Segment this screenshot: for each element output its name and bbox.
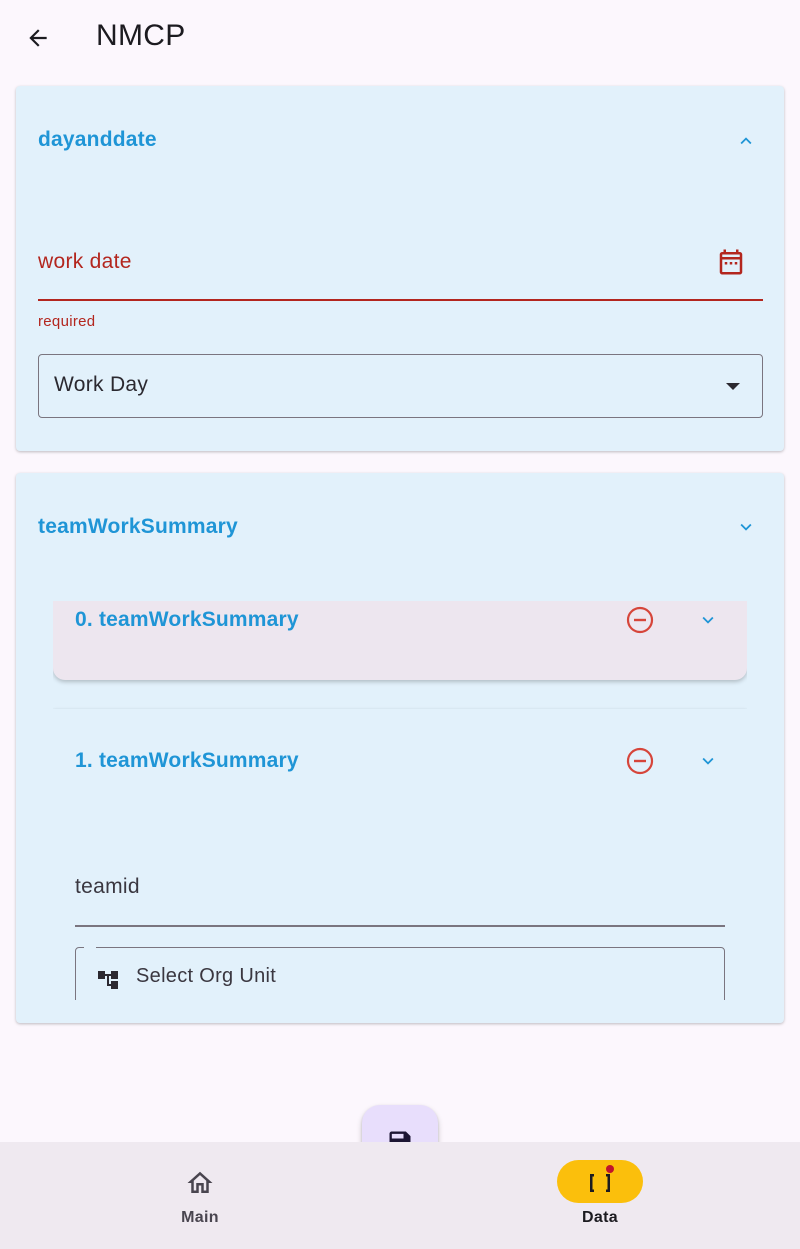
team-item-0: 0. teamWorkSummary: [53, 601, 747, 680]
bottom-navigation: Main Data: [0, 1142, 800, 1249]
team-work-summary-title[interactable]: teamWorkSummary: [38, 515, 238, 539]
outline-notch: [84, 945, 96, 951]
work-date-underline: [38, 299, 763, 301]
remove-item-0-icon[interactable]: [624, 604, 656, 636]
notification-badge: [606, 1165, 614, 1173]
team-item-0-title[interactable]: 0. teamWorkSummary: [75, 608, 299, 632]
arrow-back-icon: [29, 29, 47, 47]
collapse-dayanddate-button[interactable]: [731, 126, 761, 156]
teamid-underline: [75, 925, 725, 927]
nav-label-data: Data: [582, 1209, 618, 1226]
org-unit-selector[interactable]: Select Org Unit: [75, 945, 725, 1000]
dropdown-arrow-icon: [726, 383, 740, 390]
org-unit-placeholder: Select Org Unit: [136, 965, 277, 987]
expand-team-work-summary-button[interactable]: [731, 512, 761, 542]
dayanddate-title[interactable]: dayanddate: [38, 128, 157, 152]
chevron-down-icon[interactable]: [697, 750, 719, 772]
dayanddate-card: dayanddate work date required Work Day: [16, 86, 784, 451]
day-type-value: Work Day: [54, 373, 149, 396]
back-button[interactable]: [18, 18, 58, 58]
nav-label-main: Main: [181, 1209, 219, 1226]
team-item-1: 1. teamWorkSummary teamid Select Org Uni…: [53, 709, 747, 1000]
calendar-icon[interactable]: [716, 247, 746, 277]
nav-item-data[interactable]: Data: [500, 1142, 700, 1249]
remove-item-1-icon[interactable]: [624, 745, 656, 777]
work-date-field[interactable]: work date: [38, 250, 132, 274]
home-icon: [187, 1171, 213, 1193]
chevron-down-icon[interactable]: [697, 609, 719, 631]
day-type-dropdown[interactable]: Work Day: [38, 354, 763, 418]
chevron-up-icon: [740, 137, 752, 145]
org-tree-icon: [98, 971, 118, 989]
nav-item-main[interactable]: Main: [100, 1142, 300, 1249]
chevron-down-icon: [740, 523, 752, 531]
team-work-summary-card: teamWorkSummary 0. teamWorkSummary 1. te…: [16, 473, 784, 1023]
work-date-error: required: [38, 313, 96, 330]
app-bar: NMCP: [0, 0, 800, 78]
page-title: NMCP: [96, 19, 186, 52]
team-item-1-title[interactable]: 1. teamWorkSummary: [75, 749, 299, 773]
teamid-field[interactable]: teamid: [75, 875, 140, 899]
team-items-scroll[interactable]: 0. teamWorkSummary 1. teamWorkSummary te…: [53, 601, 747, 1000]
